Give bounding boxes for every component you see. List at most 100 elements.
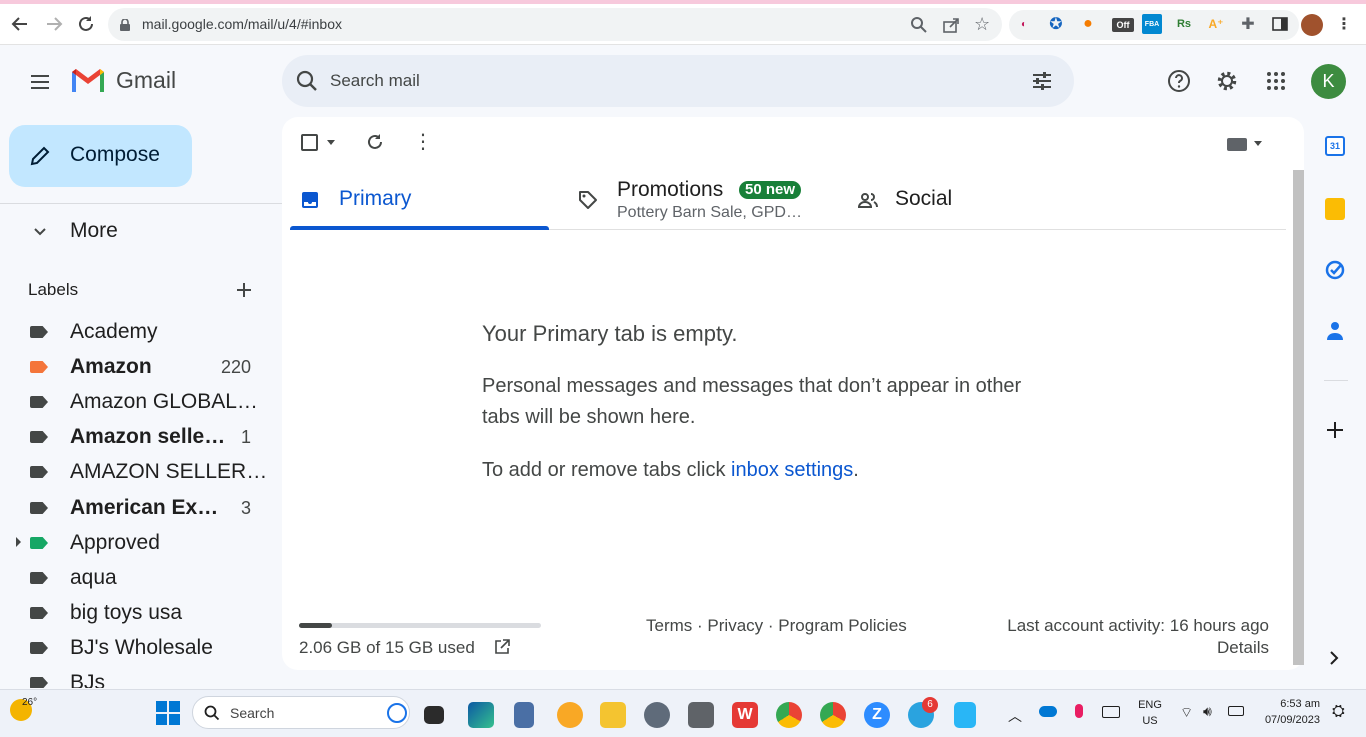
terms-link[interactable]: Terms bbox=[646, 616, 692, 635]
volume-icon[interactable]: 🔊︎ bbox=[1203, 703, 1212, 720]
taskbar-search[interactable]: Search bbox=[192, 696, 410, 729]
keep-icon[interactable] bbox=[1325, 198, 1345, 220]
zoom-app-icon[interactable]: Z bbox=[864, 702, 890, 728]
apps-grid-icon[interactable] bbox=[1263, 68, 1289, 94]
empty-settings-hint: To add or remove tabs click inbox settin… bbox=[482, 459, 859, 482]
forward-icon[interactable] bbox=[42, 12, 66, 36]
add-label-icon[interactable] bbox=[234, 280, 254, 300]
label-item[interactable]: Approved bbox=[0, 525, 282, 560]
label-count: 3 bbox=[240, 498, 251, 518]
chrome-menu-icon[interactable]: ⋮ bbox=[1334, 14, 1354, 34]
share-icon[interactable] bbox=[942, 16, 960, 34]
bing-icon[interactable] bbox=[387, 703, 407, 723]
get-addons-plus-icon[interactable] bbox=[1325, 420, 1345, 445]
reload-icon[interactable] bbox=[74, 12, 98, 36]
extension-icon-1[interactable]: ◐ bbox=[1014, 14, 1034, 34]
label-item[interactable]: BJs bbox=[0, 665, 282, 688]
label-item[interactable]: AMAZON SELLER… bbox=[0, 454, 282, 489]
clock-time[interactable]: 6:53 am bbox=[1256, 698, 1320, 710]
input-tools-dropdown-icon[interactable] bbox=[1254, 141, 1262, 146]
wps-office-icon[interactable]: W bbox=[732, 702, 758, 728]
select-all-checkbox[interactable] bbox=[301, 134, 318, 151]
puzzle-icon[interactable]: ✚ bbox=[1238, 14, 1258, 34]
search-options-icon[interactable] bbox=[1030, 69, 1054, 98]
keyboard-tray-icon[interactable] bbox=[1102, 706, 1120, 718]
tab-promotions[interactable]: Promotions Pottery Barn Sale, GPD… bbox=[549, 170, 819, 228]
label-item[interactable]: big toys usa bbox=[0, 595, 282, 630]
program-policies-link[interactable]: Program Policies bbox=[778, 616, 907, 635]
sidebar-more[interactable]: More bbox=[70, 219, 118, 243]
taskbar-app-icon[interactable] bbox=[557, 702, 583, 728]
footer-separator: · bbox=[697, 616, 703, 635]
label-item[interactable]: BJ's Wholesale bbox=[0, 630, 282, 665]
chrome-profile-icon[interactable] bbox=[776, 702, 802, 728]
chrome-icon[interactable] bbox=[820, 702, 846, 728]
calendar-icon[interactable]: 31 bbox=[1325, 136, 1345, 156]
main-menu-icon[interactable] bbox=[28, 70, 52, 94]
expand-arrow-icon[interactable] bbox=[16, 537, 21, 547]
settings-app-icon[interactable] bbox=[644, 702, 670, 728]
camera-icon[interactable] bbox=[688, 702, 714, 728]
contacts-icon[interactable] bbox=[1326, 320, 1344, 347]
label-item[interactable]: American Ex… 3 bbox=[0, 490, 282, 525]
label-item[interactable]: Academy bbox=[0, 314, 282, 349]
search-icon[interactable] bbox=[296, 70, 318, 97]
tab-promotions-label: Promotions bbox=[617, 178, 724, 201]
extension-scout-icon[interactable]: A⁺ bbox=[1206, 14, 1226, 34]
main-scrollbar[interactable] bbox=[1293, 170, 1304, 665]
extension-off-badge[interactable]: Off bbox=[1112, 18, 1134, 32]
label-item[interactable]: aqua bbox=[0, 560, 282, 595]
tray-chevron-up-icon[interactable]: ︿ bbox=[1008, 706, 1022, 726]
gmail-logo[interactable]: Gmail bbox=[70, 66, 176, 94]
side-panel-icon[interactable] bbox=[1270, 14, 1290, 34]
file-explorer-icon[interactable] bbox=[600, 702, 626, 728]
edge-icon[interactable] bbox=[468, 702, 494, 728]
task-view-icon[interactable] bbox=[424, 706, 444, 724]
calculator-icon[interactable] bbox=[514, 702, 534, 728]
address-bar[interactable]: mail.google.com/mail/u/4/#inbox ☆ bbox=[108, 8, 1002, 41]
active-tab-indicator bbox=[290, 226, 549, 230]
chevron-down-icon[interactable] bbox=[32, 223, 48, 244]
extension-fba-icon[interactable]: FBA bbox=[1142, 14, 1162, 34]
compose-label: Compose bbox=[70, 143, 160, 166]
tab-primary[interactable]: Primary bbox=[290, 170, 549, 228]
clock-date[interactable]: 07/09/2023 bbox=[1256, 714, 1320, 726]
onedrive-icon[interactable] bbox=[1039, 706, 1057, 717]
bookmark-star-icon[interactable]: ☆ bbox=[974, 15, 992, 33]
notepad-icon[interactable] bbox=[954, 702, 976, 728]
label-item[interactable]: Amazon GLOBAL… bbox=[0, 384, 282, 419]
expand-panel-chevron-icon[interactable] bbox=[1328, 650, 1340, 671]
external-link-icon[interactable] bbox=[494, 639, 510, 660]
lang-top[interactable]: ENG bbox=[1133, 699, 1167, 711]
details-link[interactable]: Details bbox=[1169, 638, 1269, 658]
notifications-icon[interactable]: ⛭ bbox=[1332, 703, 1345, 721]
label-item[interactable]: Amazon selle… 1 bbox=[0, 419, 282, 454]
extension-icon-2[interactable]: ✪ bbox=[1046, 14, 1066, 34]
windows-start-icon[interactable] bbox=[156, 701, 180, 730]
tab-social[interactable]: Social bbox=[819, 170, 1019, 228]
microphone-icon[interactable] bbox=[1075, 704, 1083, 718]
keyboard-icon[interactable] bbox=[1227, 138, 1247, 151]
inbox-settings-link[interactable]: inbox settings bbox=[731, 459, 853, 481]
label-item[interactable]: Amazon 220 bbox=[0, 349, 282, 384]
account-avatar[interactable]: K bbox=[1311, 64, 1346, 99]
settings-gear-icon[interactable] bbox=[1214, 68, 1240, 94]
back-icon[interactable] bbox=[8, 12, 32, 36]
privacy-link[interactable]: Privacy bbox=[707, 616, 763, 635]
refresh-icon[interactable] bbox=[366, 133, 384, 156]
tasks-icon[interactable] bbox=[1325, 260, 1345, 285]
label-tag-icon bbox=[30, 502, 48, 514]
wifi-icon[interactable]: ⌔ bbox=[1180, 704, 1193, 722]
select-dropdown-icon[interactable] bbox=[327, 140, 335, 145]
extension-rs-icon[interactable]: Rs bbox=[1174, 14, 1194, 34]
lang-bottom[interactable]: US bbox=[1133, 715, 1167, 727]
profile-avatar[interactable] bbox=[1301, 14, 1323, 36]
help-icon[interactable] bbox=[1166, 68, 1192, 94]
label-tag-icon bbox=[30, 396, 48, 408]
search-input[interactable]: Search mail bbox=[330, 71, 420, 91]
zoom-icon[interactable] bbox=[910, 16, 928, 34]
labels-heading: Labels bbox=[28, 280, 79, 299]
extension-icon-3[interactable]: ● bbox=[1078, 14, 1098, 34]
battery-icon[interactable] bbox=[1228, 706, 1244, 716]
more-options-icon[interactable]: ⋮ bbox=[413, 131, 433, 153]
